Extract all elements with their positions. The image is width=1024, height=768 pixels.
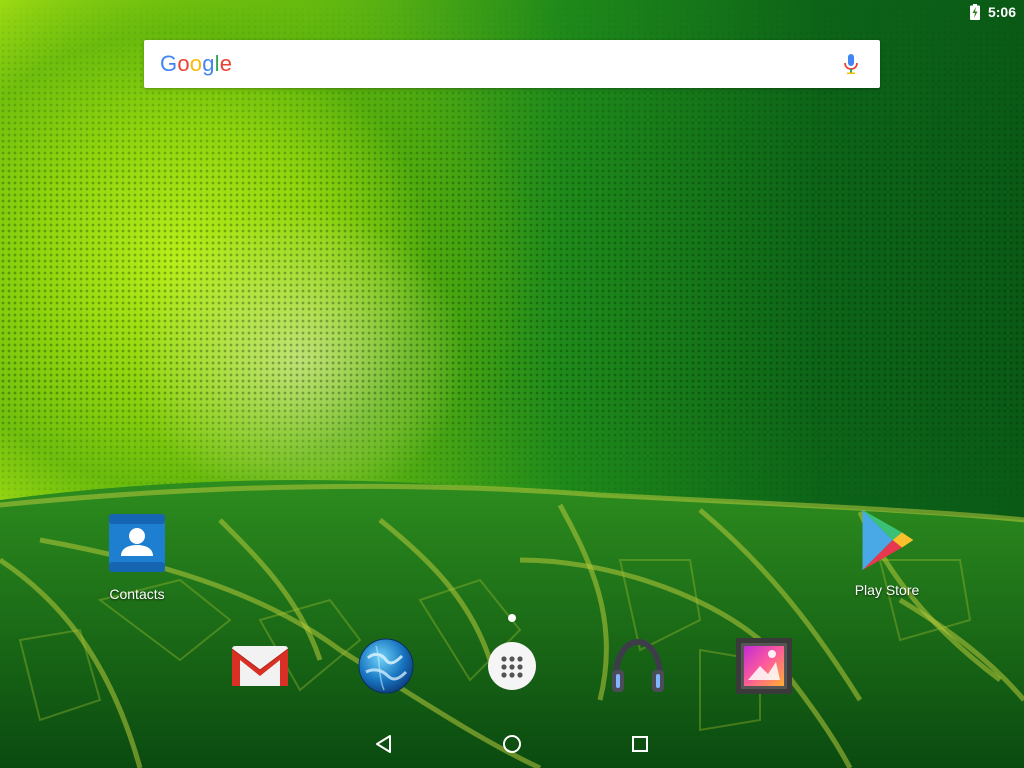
mic-icon[interactable] bbox=[840, 53, 862, 75]
app-label: Play Store bbox=[854, 582, 920, 598]
google-logo-letter: g bbox=[202, 51, 215, 76]
music-headphones-icon[interactable] bbox=[608, 636, 668, 696]
battery-charging-icon bbox=[969, 4, 980, 20]
app-label: Contacts bbox=[109, 586, 165, 602]
back-icon[interactable] bbox=[372, 732, 396, 756]
google-search-bar[interactable]: Google bbox=[144, 40, 880, 88]
page-indicator bbox=[508, 614, 516, 622]
home-icon[interactable] bbox=[500, 732, 524, 756]
google-logo-letter: o bbox=[177, 51, 190, 76]
play-store-icon bbox=[862, 509, 914, 571]
google-logo-letter: o bbox=[189, 51, 203, 76]
google-logo-letter: G bbox=[160, 51, 178, 76]
browser-globe-icon[interactable] bbox=[356, 636, 416, 696]
google-logo-letter: e bbox=[219, 51, 233, 76]
app-drawer-icon[interactable] bbox=[482, 636, 542, 696]
gallery-icon[interactable] bbox=[734, 636, 794, 696]
gmail-icon[interactable] bbox=[230, 640, 290, 700]
contacts-app[interactable]: Contacts bbox=[82, 512, 192, 602]
recents-icon[interactable] bbox=[628, 732, 652, 756]
google-logo: Google bbox=[160, 51, 232, 77]
play-store-app[interactable]: Play Store bbox=[832, 508, 942, 598]
contacts-icon bbox=[109, 514, 165, 572]
status-bar: 5:06 bbox=[0, 0, 1024, 24]
status-time: 5:06 bbox=[987, 4, 1016, 20]
navigation-bar bbox=[0, 720, 1024, 768]
